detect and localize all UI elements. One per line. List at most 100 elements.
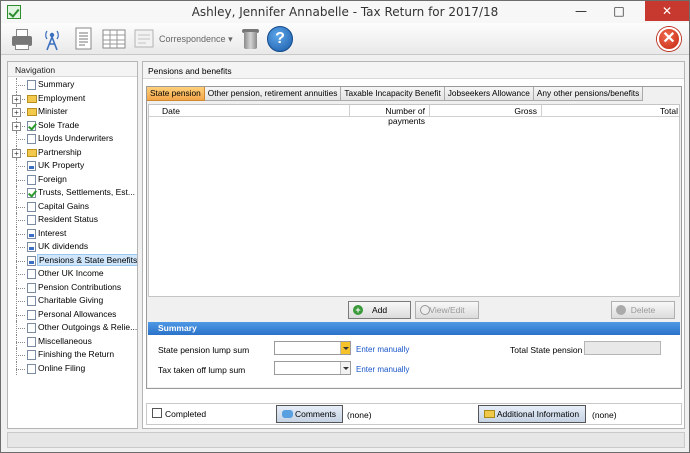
nav-item-label: Capital Gains (38, 200, 90, 211)
nav-item-18[interactable]: Other Outgoings & Relie... (8, 321, 137, 335)
nav-item-8[interactable]: Trusts, Settlements, Est... (8, 186, 137, 200)
completed-checkbox[interactable] (152, 408, 162, 418)
delete-button[interactable]: Delete (611, 301, 675, 319)
app-window: Ashley, Jennifer Annabelle - Tax Return … (0, 0, 690, 453)
view-edit-button[interactable]: View/Edit (415, 301, 479, 319)
nav-item-label: Personal Allowances (38, 308, 117, 319)
nav-item-label: Miscellaneous (38, 335, 92, 346)
comments-value: (none) (347, 410, 372, 420)
tab-2[interactable]: Taxable Incapacity Benefit (341, 87, 445, 101)
transmit-icon[interactable] (39, 26, 65, 52)
nav-item-16[interactable]: Charitable Giving (8, 294, 137, 308)
folder-icon (27, 108, 37, 116)
nav-item-3[interactable]: + Sole Trade (8, 118, 137, 132)
nav-item-17[interactable]: Personal Allowances (8, 307, 137, 321)
delete-icon (616, 305, 626, 315)
comment-icon (282, 410, 293, 418)
window-close-button[interactable]: ✕ (645, 1, 689, 21)
document-icon[interactable] (71, 26, 97, 52)
doc-icon (27, 174, 36, 185)
check-icon (27, 120, 36, 131)
correspondence-menu[interactable]: Correspondence ▾ (159, 34, 233, 45)
payments-grid[interactable]: Date Number of payments Gross Total (148, 104, 680, 297)
navigation-tree: Summary + Employment + Minister + Sole Trade Ll… (8, 78, 137, 375)
tab-4[interactable]: Any other pensions/benefits (533, 87, 644, 101)
column-number-of-payments: Number of payments (385, 106, 425, 126)
total-state-pension-label: Total State pension (510, 345, 583, 355)
main-panel: Pensions and benefits State pension Other… (142, 61, 685, 429)
nav-item-4[interactable]: Lloyds Underwriters (8, 132, 137, 146)
dropdown-arrow-icon[interactable] (340, 362, 350, 374)
tax-taken-combo[interactable] (274, 361, 351, 375)
nav-item-21[interactable]: Online Filing (8, 361, 137, 375)
minimize-button[interactable]: — (567, 1, 595, 21)
info-icon (484, 410, 495, 418)
nav-item-6[interactable]: UK Property (8, 159, 137, 173)
nav-item-20[interactable]: Finishing the Return (8, 348, 137, 362)
folder-icon (27, 148, 37, 157)
doc-icon (27, 309, 36, 320)
nav-item-12[interactable]: UK dividends (8, 240, 137, 254)
exit-icon[interactable]: ✕ (657, 27, 681, 51)
expand-icon[interactable]: + (12, 108, 21, 117)
nav-item-label: Lloyds Underwriters (38, 133, 114, 143)
page-title: Pensions and benefits (143, 62, 684, 79)
nav-item-label: Resident Status (38, 214, 99, 224)
nav-item-label: Trusts, Settlements, Est... (38, 187, 135, 197)
tab-1[interactable]: Other pension, retirement annuities (204, 87, 342, 101)
column-total: Total (660, 106, 678, 116)
nav-item-5[interactable]: + Partnership (8, 145, 137, 159)
doc-icon (27, 80, 36, 90)
tab-0[interactable]: State pension (147, 87, 205, 101)
doc-icon (27, 296, 36, 306)
delete-bin-icon[interactable] (237, 26, 263, 52)
lump-sum-combo[interactable] (274, 341, 351, 355)
nav-item-9[interactable]: Capital Gains (8, 199, 137, 213)
nav-item-label: Charitable Giving (38, 295, 104, 305)
nav-item-10[interactable]: Resident Status (8, 213, 137, 227)
nav-item-7[interactable]: Foreign (8, 172, 137, 186)
doc-icon (27, 282, 36, 293)
blue-icon (27, 242, 36, 252)
maximize-button[interactable]: □ (605, 1, 633, 21)
navigation-panel: Navigation Summary + Employment + Minister + S… (7, 61, 138, 429)
print-icon[interactable] (9, 26, 35, 52)
title-bar: Ashley, Jennifer Annabelle - Tax Return … (1, 1, 689, 23)
lump-sum-enter-manually-link[interactable]: Enter manually (356, 345, 409, 354)
help-icon[interactable]: ? (267, 26, 293, 52)
expand-icon[interactable]: + (12, 148, 21, 158)
correspondence-icon[interactable] (131, 26, 157, 52)
expand-icon[interactable]: + (12, 94, 21, 104)
nav-item-19[interactable]: Miscellaneous (8, 334, 137, 348)
nav-item-1[interactable]: + Employment (8, 91, 137, 105)
nav-item-14[interactable]: Other UK Income (8, 267, 137, 281)
total-state-pension-field (584, 341, 661, 355)
nav-item-11[interactable]: Interest (8, 226, 137, 240)
dropdown-arrow-icon[interactable] (340, 342, 350, 354)
tax-taken-enter-manually-link[interactable]: Enter manually (356, 365, 409, 374)
expand-icon[interactable]: + (12, 121, 21, 131)
tab-3[interactable]: Jobseekers Allowance (444, 87, 534, 101)
nav-item-label: Other Outgoings & Relie... (38, 322, 137, 332)
tab-frame: State pension Other pension, retirement a… (146, 86, 682, 389)
nav-item-label: Interest (38, 227, 67, 238)
column-date: Date (162, 106, 180, 116)
nav-item-13[interactable]: Pensions & State Benefits (8, 253, 137, 267)
add-button[interactable]: + Add (348, 301, 411, 319)
nav-item-0[interactable]: Summary (8, 78, 137, 92)
add-icon: + (353, 305, 363, 315)
comments-button[interactable]: Comments (276, 405, 343, 423)
grid-header: Date Number of payments Gross Total (149, 105, 679, 126)
additional-information-button[interactable]: Additional Information (478, 405, 586, 423)
doc-icon (27, 323, 36, 333)
spreadsheet-icon[interactable] (101, 26, 127, 52)
doc-icon (27, 134, 36, 144)
nav-item-15[interactable]: Pension Contributions (8, 280, 137, 294)
column-gross: Gross (514, 106, 537, 116)
status-bar (7, 432, 685, 448)
blue-icon (27, 228, 36, 239)
tax-taken-label: Tax taken off lump sum (158, 365, 246, 375)
doc-icon (27, 201, 36, 212)
nav-item-2[interactable]: + Minister (8, 105, 137, 119)
folder-icon (27, 94, 37, 103)
